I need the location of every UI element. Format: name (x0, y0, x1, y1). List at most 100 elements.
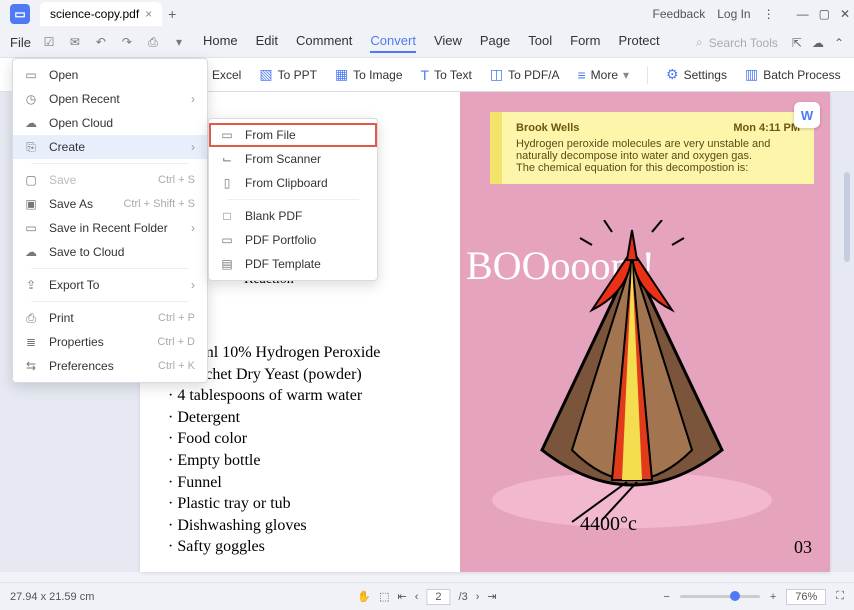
more-icon[interactable]: ⋮ (763, 7, 775, 21)
tab-page[interactable]: Page (480, 33, 510, 53)
chevron-right-icon: › (191, 92, 195, 106)
separator (31, 163, 189, 164)
list-item: · Empty bottle (168, 450, 380, 472)
menu-preferences[interactable]: ⇆PreferencesCtrl + K (13, 354, 207, 378)
tab-view[interactable]: View (434, 33, 462, 53)
word-badge-icon[interactable]: W (794, 102, 820, 128)
batch-label: Batch Process (763, 68, 840, 82)
scanner-icon: ⌙ (219, 152, 235, 166)
close-icon[interactable]: × (145, 7, 152, 21)
page-total: /3 (459, 591, 468, 603)
image-label: To Image (353, 68, 402, 82)
menu-save-as[interactable]: ▣Save AsCtrl + Shift + S (13, 192, 207, 216)
search-tools[interactable]: ⌕ Search Tools (696, 35, 778, 50)
zoom-in-icon[interactable]: + (770, 591, 776, 603)
tab-form[interactable]: Form (570, 33, 600, 53)
tab-home[interactable]: Home (203, 33, 238, 53)
app-icon: ▭ (10, 4, 30, 24)
first-page-icon[interactable]: ⇤ (398, 590, 407, 603)
to-text-button[interactable]: T To Text (421, 67, 472, 83)
props-icon: ≣ (23, 335, 39, 349)
more-icon: ≡ (578, 67, 586, 83)
select-tool-icon[interactable]: ⬚ (379, 590, 389, 603)
minimize-icon[interactable]: — (797, 7, 809, 21)
fit-icon[interactable]: ⛶ (836, 590, 844, 603)
next-page-icon[interactable]: › (476, 591, 480, 603)
undo-icon[interactable]: ↶ (93, 35, 109, 50)
image-icon: ▦ (335, 66, 348, 83)
titlebar: ▭ science-copy.pdf × + Feedback Log In ⋮… (0, 0, 854, 28)
batch-process-button[interactable]: ▥ Batch Process (745, 66, 841, 83)
list-item: · Dishwashing gloves (168, 515, 380, 537)
login-link[interactable]: Log In (717, 7, 750, 21)
cloud-icon[interactable]: ☁ (812, 36, 824, 50)
add-tab-button[interactable]: + (168, 6, 176, 22)
maximize-icon[interactable]: ▢ (819, 7, 830, 21)
tab-edit[interactable]: Edit (256, 33, 278, 53)
print-icon[interactable]: ⎙ (145, 35, 161, 50)
dropdown-icon[interactable]: ▾ (171, 35, 187, 50)
portfolio-icon: ▭ (219, 233, 235, 247)
tab-comment[interactable]: Comment (296, 33, 352, 53)
share-icon[interactable]: ⇱ (792, 36, 802, 50)
comment-note[interactable]: Brook Wells Mon 4:11 PM Hydrogen peroxid… (490, 112, 814, 184)
menu-export-to[interactable]: ⇪Export To› (13, 273, 207, 297)
menu-save-recent-folder[interactable]: ▭Save in Recent Folder› (13, 216, 207, 240)
tab-document[interactable]: science-copy.pdf × (40, 2, 162, 26)
submenu-from-clipboard[interactable]: ▯From Clipboard (209, 171, 377, 195)
redo-icon[interactable]: ↷ (119, 35, 135, 50)
menu-create[interactable]: ⎘Create› (13, 135, 207, 159)
tab-protect[interactable]: Protect (618, 33, 659, 53)
submenu-portfolio[interactable]: ▭PDF Portfolio (209, 228, 377, 252)
zoom-slider[interactable] (680, 595, 760, 598)
chevron-right-icon: › (191, 221, 195, 235)
menu-print[interactable]: ⎙PrintCtrl + P (13, 306, 207, 330)
cloud-icon: ☁ (23, 116, 39, 130)
submenu-from-file[interactable]: ▭From File (209, 123, 377, 147)
to-excel-button[interactable]: Excel (212, 68, 241, 82)
text-icon: T (421, 67, 430, 83)
submenu-from-scanner[interactable]: ⌙From Scanner (209, 147, 377, 171)
clipboard-icon: ▯ (219, 176, 235, 190)
statusbar: 27.94 x 21.59 cm ✋ ⬚ ⇤ ‹ 2 /3 › ⇥ − + 76… (0, 582, 854, 610)
batch-icon: ▥ (745, 66, 758, 83)
to-pdfa-button[interactable]: ◫ To PDF/A (490, 66, 560, 83)
tab-filename: science-copy.pdf (50, 7, 139, 21)
menu-properties[interactable]: ≣PropertiesCtrl + D (13, 330, 207, 354)
menu-save: ▢SaveCtrl + S (13, 168, 207, 192)
scrollbar[interactable] (844, 172, 850, 262)
feedback-link[interactable]: Feedback (653, 7, 706, 21)
text-label: To Text (434, 68, 472, 82)
file-menu-button[interactable]: File (10, 35, 31, 50)
to-ppt-button[interactable]: ▧To PPT (259, 66, 317, 83)
pdfa-icon: ◫ (490, 66, 503, 83)
pdfa-label: To PDF/A (508, 68, 559, 82)
page-navigator: ✋ ⬚ ⇤ ‹ 2 /3 › ⇥ (357, 589, 496, 605)
tab-convert[interactable]: Convert (370, 33, 416, 53)
submenu-blank-pdf[interactable]: □Blank PDF (209, 204, 377, 228)
menu-open-cloud[interactable]: ☁Open Cloud (13, 111, 207, 135)
settings-button[interactable]: ⚙Settings (666, 66, 727, 83)
close-window-icon[interactable]: ✕ (840, 7, 850, 21)
save-icon[interactable]: ☑ (41, 35, 57, 50)
submenu-template[interactable]: ▤PDF Template (209, 252, 377, 276)
prev-page-icon[interactable]: ‹ (415, 591, 419, 603)
separator (227, 199, 359, 200)
chevron-right-icon: › (191, 278, 195, 292)
zoom-input[interactable]: 76% (786, 589, 826, 605)
template-icon: ▤ (219, 257, 235, 271)
mail-icon[interactable]: ✉ (67, 35, 83, 50)
folder-icon: ▭ (23, 221, 39, 235)
menu-open-recent[interactable]: ◷Open Recent› (13, 87, 207, 111)
zoom-out-icon[interactable]: − (663, 591, 669, 603)
page-input[interactable]: 2 (426, 589, 450, 605)
separator (31, 301, 189, 302)
menu-open[interactable]: ▭Open (13, 63, 207, 87)
to-image-button[interactable]: ▦ To Image (335, 66, 403, 83)
tab-tool[interactable]: Tool (528, 33, 552, 53)
menu-save-to-cloud[interactable]: ☁Save to Cloud (13, 240, 207, 264)
last-page-icon[interactable]: ⇥ (487, 590, 496, 603)
hand-tool-icon[interactable]: ✋ (357, 590, 371, 603)
collapse-icon[interactable]: ⌃ (834, 36, 844, 50)
more-button[interactable]: ≡More▾ (578, 67, 630, 83)
